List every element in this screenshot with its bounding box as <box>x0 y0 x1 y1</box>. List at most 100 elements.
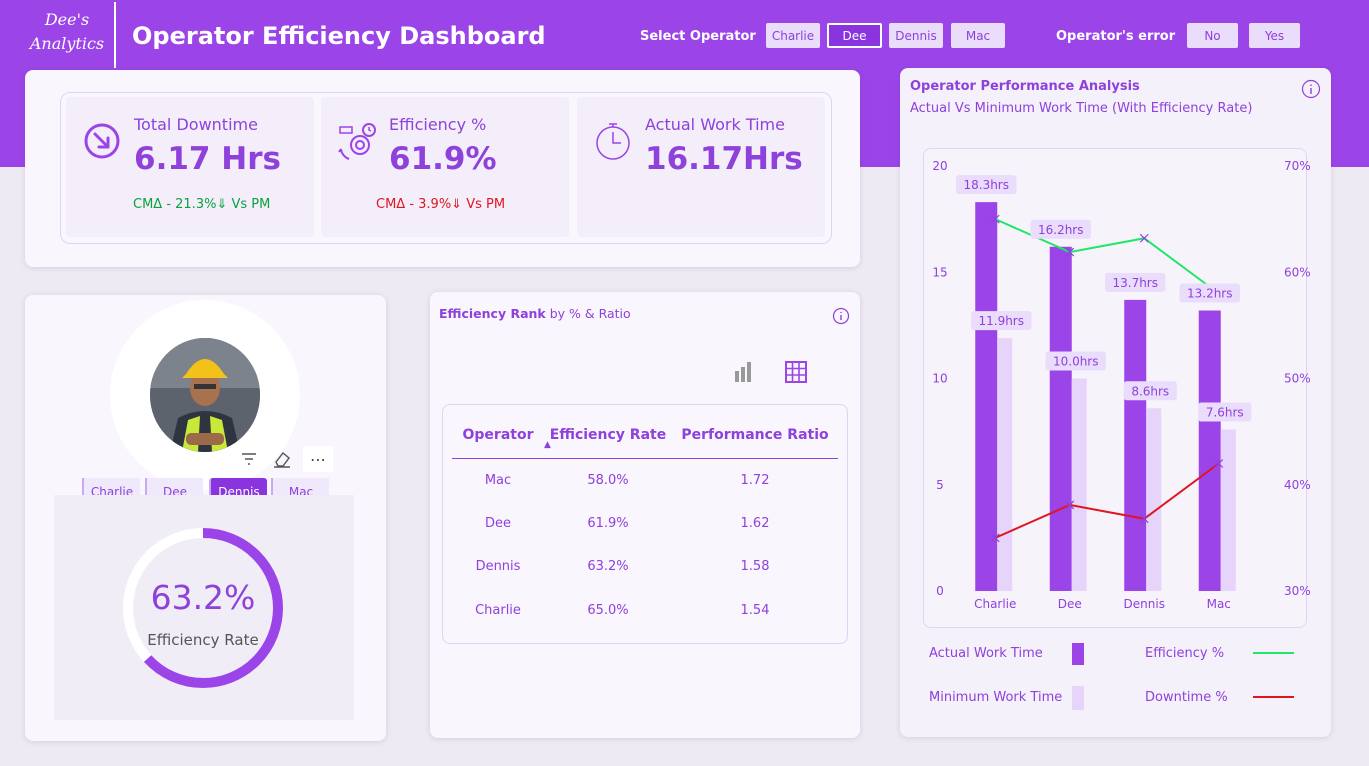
error-option-no[interactable]: No <box>1187 23 1238 48</box>
bar-minimum-work-time <box>997 338 1013 591</box>
column-header-operator[interactable]: Operator <box>452 412 544 459</box>
legend-label: Actual Work Time <box>929 646 1043 661</box>
clock-icon <box>596 123 630 160</box>
table-toggle-icon[interactable] <box>785 361 807 383</box>
performance-title: Operator Performance Analysis <box>910 79 1140 94</box>
kpi-label: Efficiency % <box>389 115 487 134</box>
y2-tick-label: 70% <box>1284 159 1311 173</box>
cell-operator: Dennis <box>475 559 521 575</box>
cell-operator: Dee <box>484 515 511 531</box>
kpi-value: 16.17Hrs <box>645 141 803 177</box>
more-options-icon[interactable]: ⋯ <box>303 446 333 472</box>
data-label-minimum: 8.6hrs <box>1131 384 1169 398</box>
data-label-actual: 13.7hrs <box>1112 276 1158 290</box>
gauge-value: 63.2% <box>150 578 256 617</box>
cell-performance-ratio: 1.62 <box>740 515 770 531</box>
column-header-efficiency-rate[interactable]: Efficiency Rate ▲ <box>544 412 672 459</box>
y-tick-label: 10 <box>932 372 947 386</box>
kpi-label: Total Downtime <box>134 115 258 134</box>
sort-ascending-icon: ▲ <box>544 439 551 450</box>
kpi-value: 61.9% <box>389 141 497 177</box>
downtime-arrow-icon <box>84 123 120 159</box>
info-icon[interactable] <box>832 307 850 325</box>
kpi-actual-work-time: Actual Work Time 16.17Hrs <box>577 97 825 237</box>
logo-line-1: Dee's <box>44 10 90 29</box>
x-tick-label: Dee <box>1058 597 1082 611</box>
rank-title: Efficiency Rank by % & Ratio <box>439 306 631 321</box>
gears-icon <box>338 123 376 160</box>
data-label-actual: 16.2hrs <box>1038 223 1084 237</box>
cell-performance-ratio: 1.54 <box>740 602 770 618</box>
data-label-minimum: 10.0hrs <box>1053 355 1099 369</box>
table-row: Dee 61.9% 1.62 <box>452 502 838 546</box>
cell-operator: Mac <box>484 472 512 488</box>
info-icon[interactable] <box>1301 79 1321 99</box>
x-tick-label: Charlie <box>974 597 1016 611</box>
bar-minimum-work-time <box>1220 429 1236 591</box>
operator-photo <box>150 338 260 452</box>
y-tick-label: 20 <box>932 159 947 173</box>
data-label-minimum: 11.9hrs <box>978 314 1024 328</box>
kpi-delta: CMΔ - 3.9%⇓ Vs PM <box>376 197 506 212</box>
rank-table: Operator Efficiency Rate ▲ Performance Ra… <box>452 412 838 632</box>
legend-swatch-efficiency <box>1253 652 1294 654</box>
bar-chart-toggle-icon[interactable] <box>733 361 753 383</box>
table-row: Mac 58.0% 1.72 <box>452 458 838 502</box>
cell-performance-ratio: 1.72 <box>740 472 770 488</box>
column-header-performance-ratio[interactable]: Performance Ratio <box>672 412 838 459</box>
data-label-actual: 13.2hrs <box>1187 287 1233 301</box>
header-operator-dee[interactable]: Dee <box>827 23 882 48</box>
legend-label: Efficiency % <box>1145 646 1225 661</box>
kpi-value: 6.17 Hrs <box>134 141 281 177</box>
cell-operator: Charlie <box>475 602 521 618</box>
header-operator-charlie[interactable]: Charlie <box>766 23 820 48</box>
y2-tick-label: 30% <box>1284 584 1311 598</box>
bar-minimum-work-time <box>1146 408 1162 591</box>
cell-efficiency-rate: 58.0% <box>587 472 629 488</box>
kpi-delta: CMΔ - 21.3%⇓ Vs PM <box>133 197 271 212</box>
logo-line-2: Analytics <box>29 34 105 53</box>
gauge-label: Efficiency Rate <box>147 631 259 649</box>
legend-swatch-downtime <box>1253 696 1294 698</box>
header-operator-dennis[interactable]: Dennis <box>889 23 943 48</box>
bar-actual-work-time <box>1124 299 1147 591</box>
column-header-label: Efficiency Rate <box>549 426 667 443</box>
y-tick-label: 0 <box>936 584 944 598</box>
error-option-yes[interactable]: Yes <box>1249 23 1300 48</box>
kpi-efficiency: Efficiency % 61.9% CMΔ - 3.9%⇓ Vs PM <box>321 97 569 237</box>
kpi-total-downtime: Total Downtime 6.17 Hrs CMΔ - 21.3%⇓ Vs … <box>66 97 314 237</box>
rank-title-bold: Efficiency Rank <box>439 306 546 321</box>
operator-error-label: Operator's error <box>1056 29 1176 44</box>
y2-tick-label: 60% <box>1284 265 1311 279</box>
x-tick-label: Mac <box>1207 597 1231 611</box>
rank-title-rest: by % & Ratio <box>545 306 631 321</box>
performance-chart: 0 5 10 15 20 30% 40% 50% 60% 70% Charlie Dee Dennis M… <box>932 159 1311 611</box>
cell-efficiency-rate: 63.2% <box>587 559 629 575</box>
bar-actual-work-time <box>1198 310 1221 591</box>
bar-minimum-work-time <box>1071 378 1087 591</box>
legend-swatch-minimum <box>1072 686 1084 710</box>
y-tick-label: 15 <box>932 265 947 279</box>
filter-icon[interactable] <box>240 451 258 467</box>
legend-label: Downtime % <box>1145 690 1228 705</box>
data-label-minimum: 7.6hrs <box>1206 406 1244 420</box>
x-tick-label: Dennis <box>1124 597 1165 611</box>
header-operator-mac[interactable]: Mac <box>951 23 1005 48</box>
data-label-actual: 18.3hrs <box>963 178 1009 192</box>
legend-label: Minimum Work Time <box>929 690 1063 705</box>
table-row: Charlie 65.0% 1.54 <box>452 589 838 633</box>
kpi-label: Actual Work Time <box>645 115 785 134</box>
cell-efficiency-rate: 61.9% <box>587 515 629 531</box>
line-downtime <box>994 462 1220 539</box>
page-title: Operator Efficiency Dashboard <box>132 22 546 50</box>
bar-actual-work-time <box>1049 246 1072 591</box>
table-row: Dennis 63.2% 1.58 <box>452 545 838 589</box>
select-operator-label: Select Operator <box>640 29 756 44</box>
performance-subtitle: Actual Vs Minimum Work Time (With Effici… <box>910 101 1253 116</box>
logo-divider <box>114 2 116 68</box>
cell-performance-ratio: 1.58 <box>740 559 770 575</box>
y-tick-label: 5 <box>936 478 944 492</box>
bar-actual-work-time <box>975 202 998 591</box>
eraser-icon[interactable] <box>272 450 292 468</box>
cell-efficiency-rate: 65.0% <box>587 602 629 618</box>
